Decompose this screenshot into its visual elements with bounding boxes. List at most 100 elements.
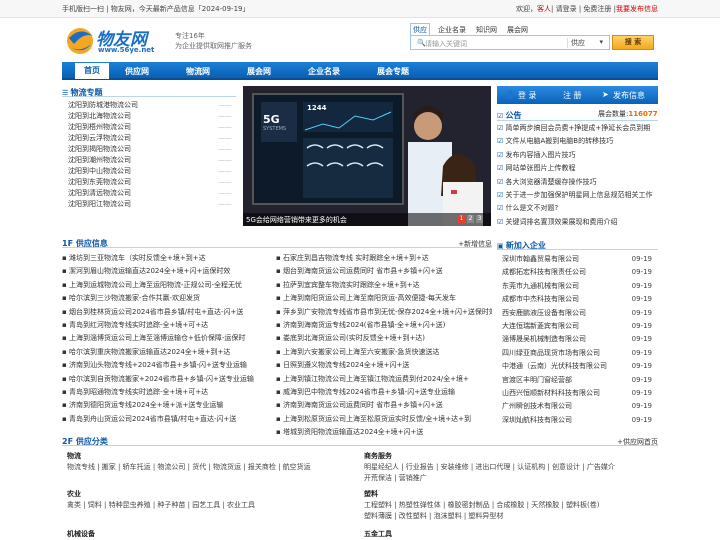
list-item[interactable]: ▪ 青岛到舟山货运公司2024省市县镇/村屯+直达-闪+送 bbox=[62, 413, 270, 426]
category-title-machinery[interactable]: 机械设备 bbox=[67, 529, 337, 540]
category-items-agriculture[interactable]: 禽类 | 饲料 | 特种昆虫养殖 | 种子种苗 | 园艺工具 | 农业工具 bbox=[67, 500, 337, 511]
list-item[interactable]: ▪ 威海到巴中物流专线2024省市县+乡镇-闪+送专业运输 bbox=[276, 386, 492, 399]
guest-link[interactable]: 客人 bbox=[537, 5, 551, 13]
list-item[interactable]: ▪ 上海到六安搬家公司上海至六安搬家-急货快速送达 bbox=[276, 346, 492, 359]
category-items-logistics[interactable]: 物流专线 | 搬家 | 轿车托运 | 物流公司 | 货代 | 物流货运 | 报关… bbox=[67, 462, 337, 473]
newcorp-title: 新加入企业 bbox=[505, 241, 546, 250]
list-item[interactable]: 沈阳到清远物流公司 —— bbox=[68, 188, 232, 199]
logo-url: www.56ye.net bbox=[98, 46, 155, 54]
nav-home[interactable]: 首页 bbox=[75, 63, 109, 79]
category-title-logistics[interactable]: 物流 bbox=[67, 451, 337, 462]
list-item[interactable]: 沈阳到东莞物流公司 —— bbox=[68, 177, 232, 188]
search-input[interactable]: 🔍 请输入关键词 供应 ▾ bbox=[410, 35, 610, 50]
list-item[interactable]: ▪ 哈尔滨到重庆物流搬家运输直达2024全+境+到+达 bbox=[62, 346, 270, 359]
list-item[interactable]: ▪ 潔河到眉山物流运输直达2024全+境+闪+运保时效 bbox=[62, 265, 270, 278]
list-item[interactable]: 沈阳到云浮物流公司 —— bbox=[68, 133, 232, 144]
list-item[interactable]: 沈阳到揭阳物流公司 —— bbox=[68, 144, 232, 155]
list-item[interactable]: ▪ 济南到海南货运公司运费同时 省市县+乡镇+闪+送 bbox=[276, 399, 492, 412]
list-item[interactable]: 沈阳到梧州物流公司 —— bbox=[68, 122, 232, 133]
list-item[interactable]: ▪ 济南到德阳货运专线2024全+境+派+送专业运输 bbox=[62, 399, 270, 412]
list-item[interactable]: 东莞市九通机械有限公司 09-19 bbox=[502, 280, 652, 293]
notice-divider bbox=[497, 120, 658, 121]
list-item[interactable]: 成都拓宏科技有限责任公司 09-19 bbox=[502, 266, 652, 279]
list-item[interactable]: ▪ 哈尔滨到自贡物流搬家+2024省市县+乡镇-闪+送专业运输 bbox=[62, 373, 270, 386]
list-item[interactable]: 沈阳到防城港物流公司 —— bbox=[68, 100, 232, 111]
nav-company[interactable]: 企业名录 bbox=[308, 66, 340, 77]
list-item[interactable]: 西安鹿鹏液压设备有限公司 09-19 bbox=[502, 307, 652, 320]
banner-carousel[interactable]: 5G SYSTEMS 1244 5G会给网络营销带来更多的机会 1 2 3 bbox=[243, 86, 491, 226]
nav-expo-topic[interactable]: 展会专题 bbox=[377, 66, 409, 77]
list-item[interactable]: ▪ 潍坊到三亚物流车（实时反馈全+境+到+达 bbox=[62, 252, 270, 265]
list-item[interactable]: ▪ 萍乡到广安物流专线省市县市到无忧-保存2024全+境+闪+送保时效 bbox=[276, 306, 492, 319]
list-item[interactable]: 沈阳到北海物流公司 —— bbox=[68, 111, 232, 122]
banner-page-2[interactable]: 2 bbox=[467, 215, 474, 223]
supply-more-link[interactable]: +新增信息 bbox=[458, 239, 492, 249]
search-tabs: 供应 企业名录 知识网 展会网 bbox=[410, 23, 656, 36]
nav-expo[interactable]: 展会网 bbox=[247, 66, 271, 77]
category-title-business[interactable]: 商务服务 bbox=[364, 451, 658, 462]
list-item[interactable]: ▪ 日照到遵义物流专线2024全+境+闪+送 bbox=[276, 359, 492, 372]
category-items-plastics-2[interactable]: 塑料薄膜 | 改性塑料 | 泡沫塑料 | 塑料异型材 bbox=[364, 511, 658, 522]
notice-item[interactable]: ☑ 关键词排名置顶效果展现和费用介绍 bbox=[497, 216, 658, 229]
notice-item[interactable]: ☑ 关于进一步加强保护明星网上信息规范相关工作 bbox=[497, 189, 658, 202]
notice-item[interactable]: ☑ 网站单张图片上传教程 bbox=[497, 162, 658, 175]
list-item[interactable]: ▪ 上海到镇江物流公司上海至镇江物流运费到付2024/全+境+ bbox=[276, 373, 492, 386]
list-item[interactable]: ▪ 拉萨到宜宾整车物流实时跟踪全+境+到+达 bbox=[276, 279, 492, 292]
list-item[interactable]: 中港通（云南）光伏科技有限公司 09-19 bbox=[502, 360, 652, 373]
list-item[interactable]: ▪ 济南到汕头物流专线+2024省市县+乡镇-闪+送专业运输 bbox=[62, 359, 270, 372]
list-item[interactable]: ▪ 烟台到海南货运公司运费同时 省市县+乡镇+闪+送 bbox=[276, 265, 492, 278]
list-item[interactable]: 官渡区丰明门窗经营部 09-19 bbox=[502, 374, 652, 387]
publish-link[interactable]: 我要发布信息 bbox=[616, 5, 658, 13]
notice-header: ☑ 公告 bbox=[497, 110, 658, 120]
banner-screen-label: 5G bbox=[263, 113, 280, 126]
login-register-links[interactable]: | 请登录 | 免费注册 | bbox=[551, 5, 616, 13]
list-item[interactable]: ▪ 烟台到桂林货运公司2024省市县乡镇/村屯+直达-闪+送 bbox=[62, 306, 270, 319]
list-item[interactable]: 沈阳到中山物流公司 —— bbox=[68, 166, 232, 177]
banner-page-3[interactable]: 3 bbox=[476, 215, 483, 223]
login-button[interactable]: 登 录 bbox=[518, 90, 537, 101]
notice-item[interactable]: ☑ 文件从电脑A搬到电脑B的转移技巧 bbox=[497, 135, 658, 148]
category-items-plastics[interactable]: 工程塑料 | 热塑性弹性体 | 橡胶密封制品 | 合成橡胶 | 天然橡胶 | 塑… bbox=[364, 500, 658, 511]
category-items-business-2[interactable]: 开荒保洁 | 营销推广 bbox=[364, 473, 658, 484]
list-item[interactable]: 广州瞬创技术有限公司 09-19 bbox=[502, 400, 652, 413]
nav-supply[interactable]: 供应网 bbox=[125, 66, 149, 77]
banner-page-1[interactable]: 1 bbox=[458, 215, 465, 223]
list-item[interactable]: ▪ 上海到淄博货运公司上海至淄博运输仓+低价保障-运保时 bbox=[62, 332, 270, 345]
category-more-link[interactable]: +供应网首页 bbox=[617, 437, 658, 447]
list-item[interactable]: 四川绿亚商品现货市场有限公司 09-19 bbox=[502, 347, 652, 360]
site-logo[interactable]: 物友网 www.56ye.net bbox=[66, 24, 166, 58]
top-bar-left-text: 手机版扫一扫 | 物友网，今天最新产品信息「2024-09-19」 bbox=[62, 5, 250, 13]
list-item[interactable]: 山西兴恒顺新材料科技有限公司 09-19 bbox=[502, 387, 652, 400]
list-item[interactable]: ▪ 青岛到红河物流专线实时追踪-全+境+可+达 bbox=[62, 319, 270, 332]
list-item[interactable]: 沈阳到阳江物流公司 —— bbox=[68, 199, 232, 210]
search-type-select[interactable]: 供应 ▾ bbox=[567, 38, 605, 48]
notice-item[interactable]: ☑ 各大浏览器清楚缓存操作技巧 bbox=[497, 176, 658, 189]
notice-item[interactable]: ☑ 发布内容插入图片技巧 bbox=[497, 149, 658, 162]
register-button[interactable]: 注 册 bbox=[563, 90, 582, 101]
category-title-plastics[interactable]: 塑料 bbox=[364, 489, 658, 500]
list-item[interactable]: 成都市中杰科技有限公司 09-19 bbox=[502, 293, 652, 306]
banner-caption[interactable]: 5G会给网络营销带来更多的机会 bbox=[246, 215, 347, 225]
nav-logistics[interactable]: 物流网 bbox=[186, 66, 210, 77]
list-item[interactable]: ▪ 娄底到北海货运公司(实时反馈全+境+到+达) bbox=[276, 332, 492, 345]
list-item[interactable]: ▪ 青岛到昭通物流专线实时追踪-全+境+可+达 bbox=[62, 386, 270, 399]
list-item[interactable]: 淄博晟吴机械制造有限公司 09-19 bbox=[502, 333, 652, 346]
list-item[interactable]: 深圳市翰鑫贸易有限公司 09-19 bbox=[502, 253, 652, 266]
list-item[interactable]: 沈阳到潮州物流公司 —— bbox=[68, 155, 232, 166]
list-item[interactable]: 大连恒瑞新菱宾有限公司 09-19 bbox=[502, 320, 652, 333]
list-item[interactable]: ▪ 石家庄到昌吉物流专线 实时跟踪全+境+到+达 bbox=[276, 252, 492, 265]
category-items-business[interactable]: 明星经纪人 | 行业报告 | 安装维修 | 进出口代理 | 认证机构 | 创意设… bbox=[364, 462, 658, 473]
notice-item[interactable]: ☑ 简单两步搞回会员费+挣提成+挣延长会员到期 bbox=[497, 122, 658, 135]
list-item[interactable]: ▪ 上海到运城物流公司上海至运阳物流-正规公司-全程无忧 bbox=[62, 279, 270, 292]
list-item[interactable]: ▪ 上海到松原货运公司上海至松原货运实时反馈/全+境+达+到 bbox=[276, 413, 492, 426]
category-machinery: 机械设备 bbox=[67, 529, 337, 540]
list-item[interactable]: ▪ 哈尔滨到三沙物流搬家-合作共赢-欢迎发货 bbox=[62, 292, 270, 305]
list-item[interactable]: ▪ 上海到南阳货运公司上海至南阳货运-高效便捷-每天发车 bbox=[276, 292, 492, 305]
list-item[interactable]: 深圳灿航科技有限公司 09-19 bbox=[502, 414, 652, 427]
category-title-agriculture[interactable]: 农业 bbox=[67, 489, 337, 500]
search-button[interactable]: 搜 索 bbox=[612, 35, 654, 50]
list-item[interactable]: ▪ 济南到海南货运专线2024(省市县镇-全+境+闪+送) bbox=[276, 319, 492, 332]
notice-item[interactable]: ☑ 什么是文不对题? bbox=[497, 202, 658, 215]
publish-info-button[interactable]: 发布信息 bbox=[613, 90, 645, 101]
category-title-hardware[interactable]: 五金工具 bbox=[364, 529, 658, 540]
